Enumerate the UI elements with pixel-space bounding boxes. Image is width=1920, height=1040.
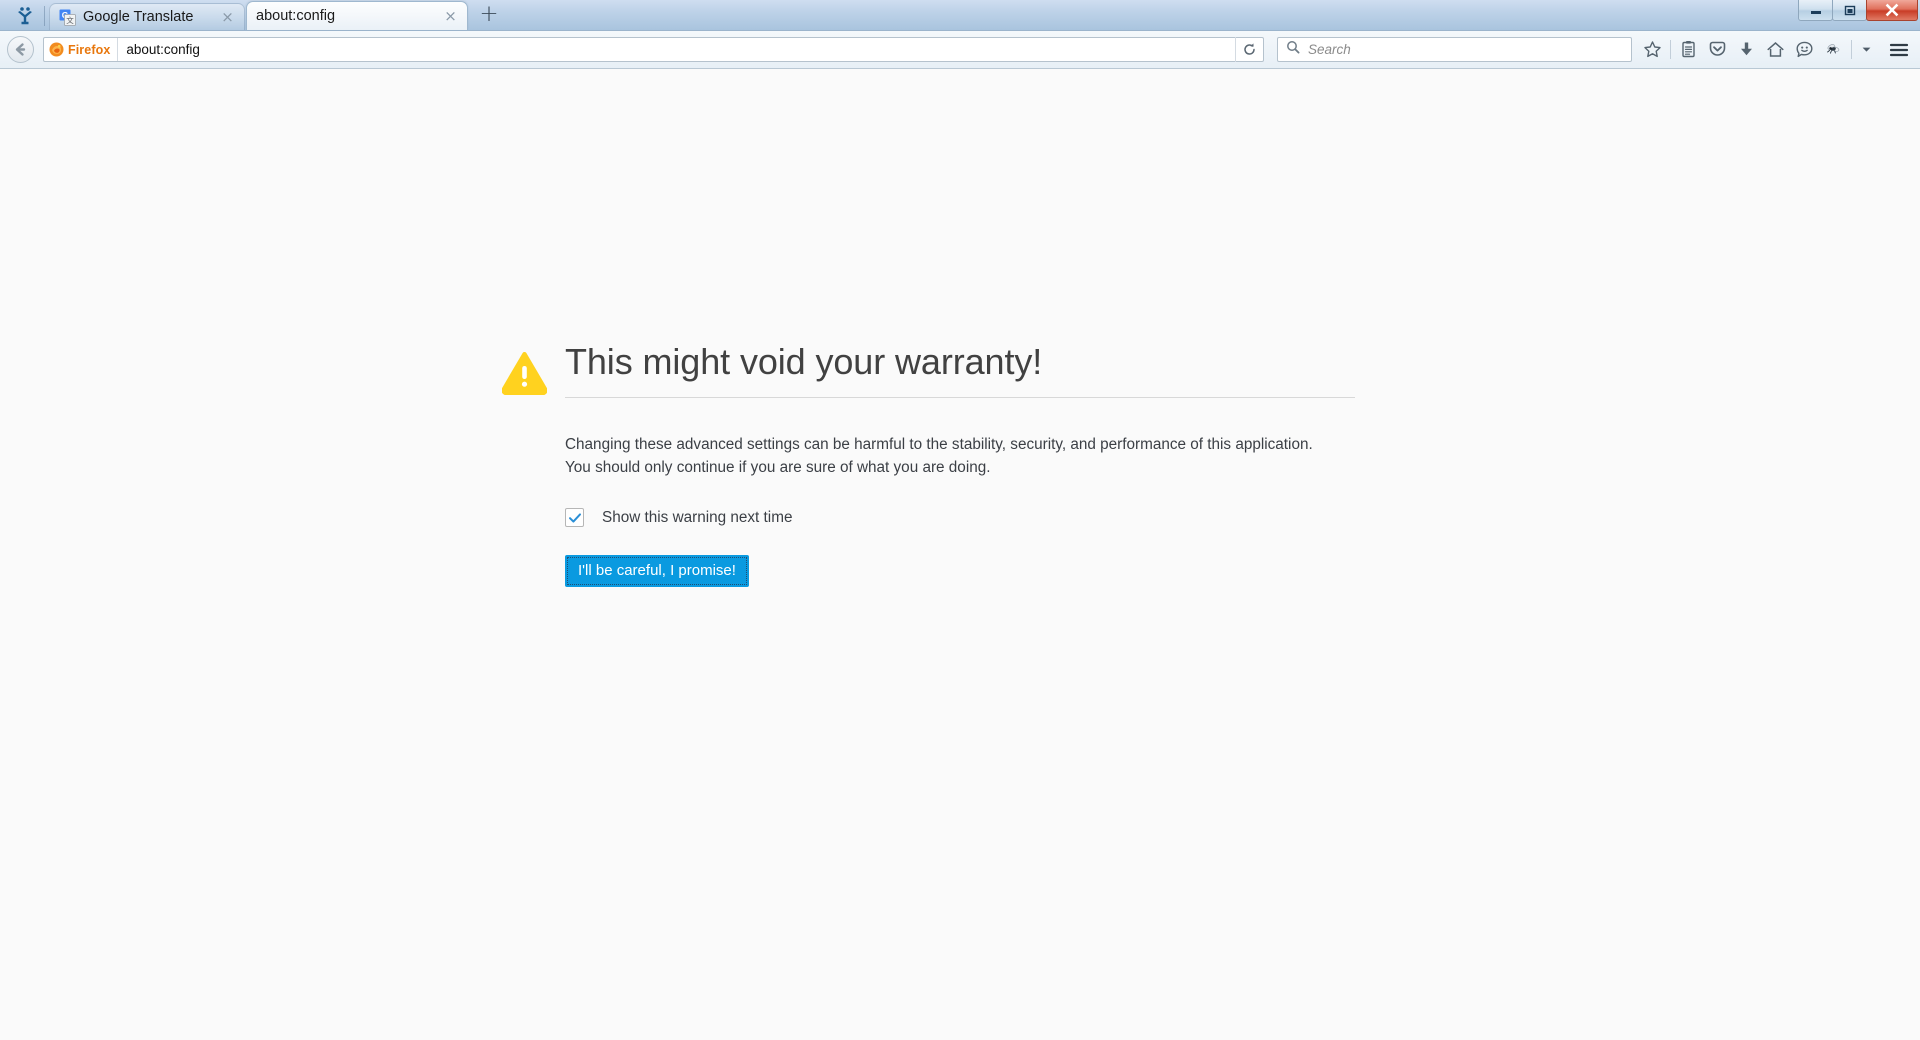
continue-button[interactable]: I'll be careful, I promise! <box>565 555 749 587</box>
back-button[interactable] <box>7 36 34 63</box>
minimize-button[interactable] <box>1798 0 1833 21</box>
reload-button[interactable] <box>1235 37 1263 62</box>
pocket-icon[interactable] <box>1703 35 1732 64</box>
app-icon <box>14 4 36 26</box>
title-bar: G 文 Google Translate × about:config × + <box>0 0 1920 31</box>
tab-title: about:config <box>256 8 432 24</box>
home-icon[interactable] <box>1761 35 1790 64</box>
warning-header: This might void your warranty! <box>565 341 1355 382</box>
url-text[interactable]: about:config <box>118 42 1235 57</box>
page-title: This might void your warranty! <box>565 341 1042 382</box>
warning-body-text: Changing these advanced settings can be … <box>565 434 1333 479</box>
show-warning-checkbox[interactable] <box>565 508 584 527</box>
extension-fly-icon[interactable] <box>1819 35 1848 64</box>
feedback-smiley-icon[interactable] <box>1790 35 1819 64</box>
overflow-chevron-down-icon[interactable] <box>1855 35 1877 64</box>
warning-panel: This might void your warranty! Changing … <box>565 341 1355 587</box>
title-divider <box>565 397 1355 398</box>
restore-button[interactable] <box>1832 0 1867 21</box>
search-bar[interactable]: Search <box>1277 37 1632 62</box>
app-icon-separator <box>44 6 45 26</box>
downloads-icon[interactable] <box>1732 35 1761 64</box>
reload-icon <box>1242 42 1257 57</box>
google-translate-favicon: G 文 <box>59 9 76 26</box>
close-button[interactable] <box>1866 0 1918 21</box>
identity-label: Firefox <box>68 43 110 57</box>
toolbar-separator <box>1670 40 1671 59</box>
toolbar-icons <box>1638 35 1913 64</box>
url-bar[interactable]: Firefox about:config <box>43 37 1264 62</box>
identity-box[interactable]: Firefox <box>44 38 118 61</box>
show-warning-checkbox-row[interactable]: Show this warning next time <box>565 508 1355 527</box>
hamburger-menu-icon[interactable] <box>1884 35 1913 64</box>
search-icon <box>1286 40 1300 59</box>
firefox-logo-icon <box>49 42 64 57</box>
checkmark-icon <box>568 511 582 525</box>
tab-close-icon[interactable]: × <box>219 9 236 26</box>
toolbar-separator <box>1851 40 1852 59</box>
window-controls <box>1799 0 1918 22</box>
tab-close-icon[interactable]: × <box>442 8 459 25</box>
show-warning-checkbox-label[interactable]: Show this warning next time <box>602 509 792 527</box>
warning-triangle-icon <box>502 350 547 395</box>
page-content: This might void your warranty! Changing … <box>0 69 1920 1039</box>
new-tab-button[interactable]: + <box>474 2 504 28</box>
svg-text:文: 文 <box>66 15 74 25</box>
back-arrow-icon <box>12 41 29 58</box>
tab-title: Google Translate <box>83 9 209 25</box>
bookmark-star-icon[interactable] <box>1638 35 1667 64</box>
search-input[interactable]: Search <box>1308 42 1351 57</box>
tab-google-translate[interactable]: G 文 Google Translate × <box>49 3 245 30</box>
reading-list-icon[interactable] <box>1674 35 1703 64</box>
navigation-toolbar: Firefox about:config Search <box>0 31 1920 69</box>
tab-about-config[interactable]: about:config × <box>246 1 468 30</box>
